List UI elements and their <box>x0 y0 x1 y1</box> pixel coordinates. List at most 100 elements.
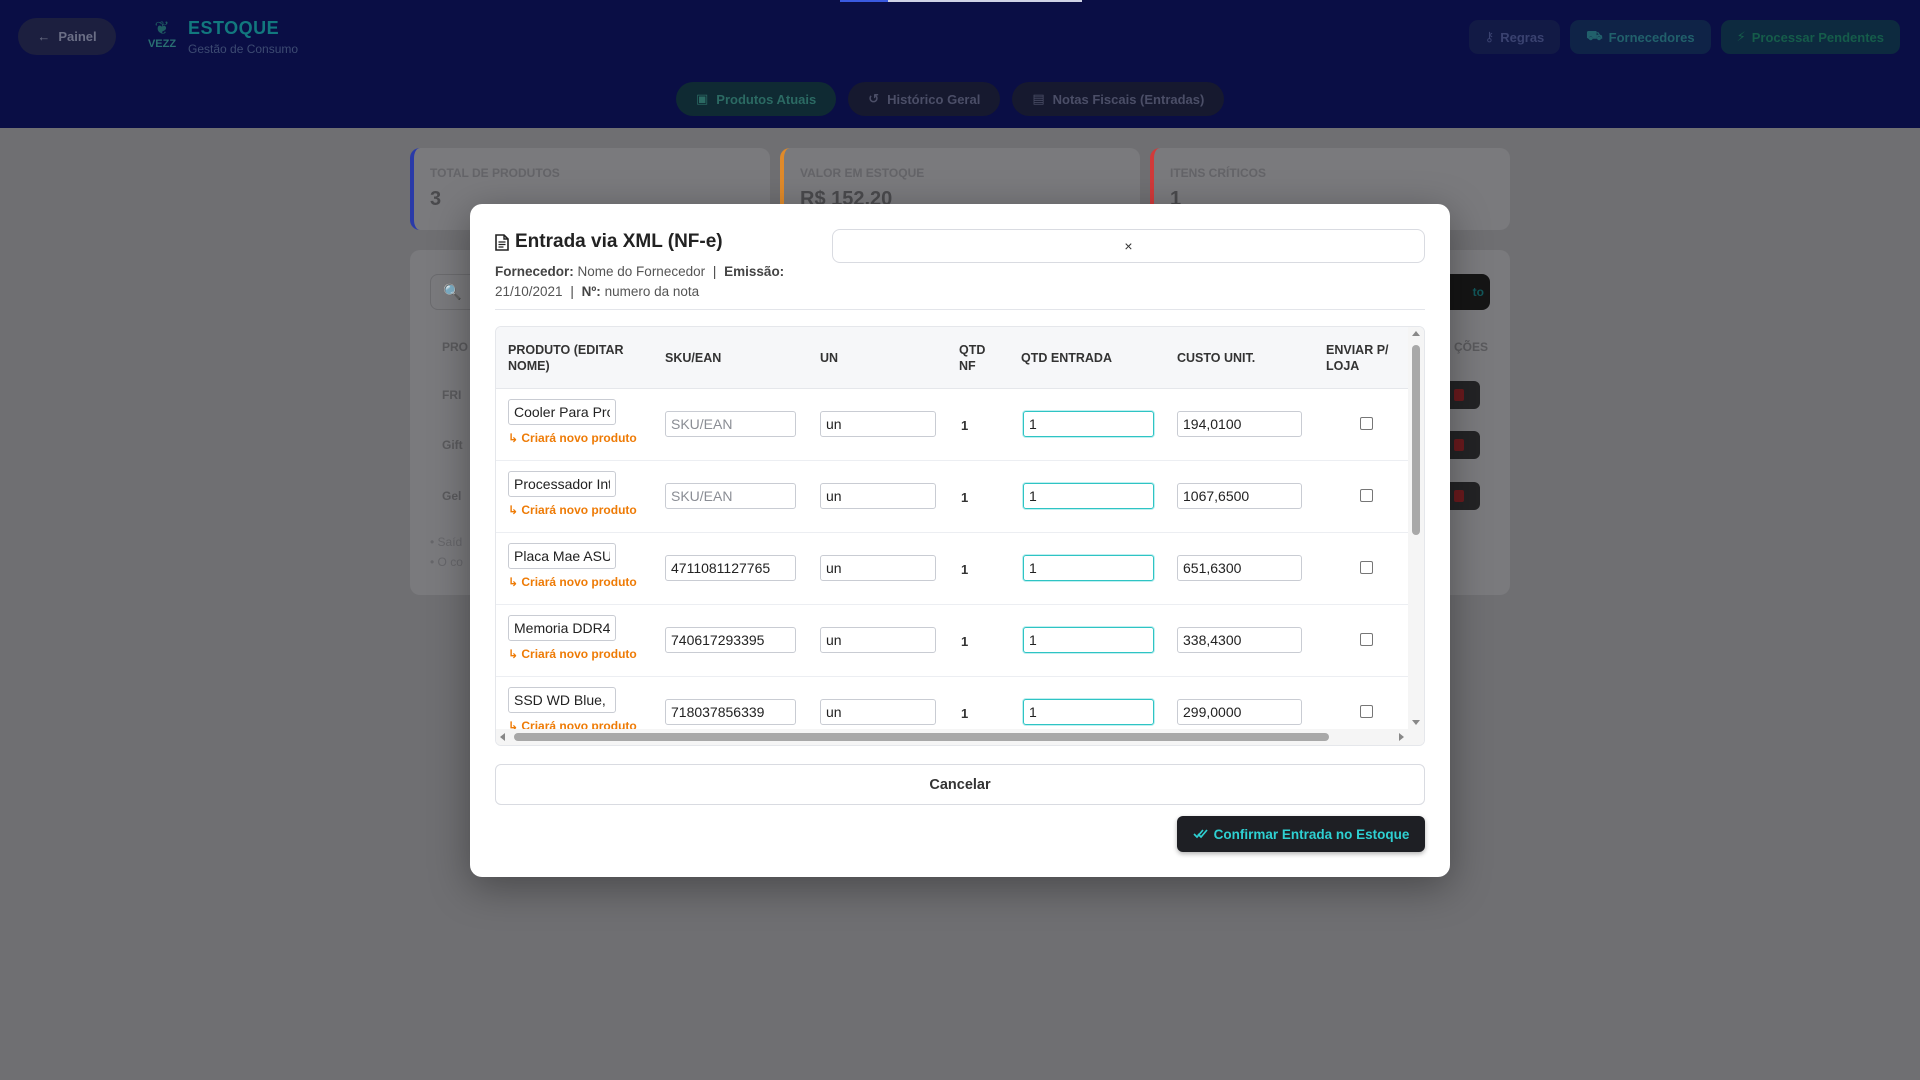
scrollbar-corner <box>1408 729 1424 745</box>
arrow-left-icon: ← <box>37 29 51 44</box>
tab-label: Histórico Geral <box>887 91 981 107</box>
panel-note: • Saíd <box>430 535 463 549</box>
qty-nf-value: 1 <box>961 418 969 433</box>
qty-entry-input[interactable] <box>1023 555 1154 581</box>
table-body: ↳ Criará novo produto1↳ Criará novo prod… <box>496 389 1408 729</box>
stat-label: Itens Críticos <box>1170 166 1267 180</box>
send-to-store-checkbox[interactable] <box>1360 633 1373 646</box>
invoice-number-label: Nº: <box>581 284 601 299</box>
top-actions: ⚷ Regras ⛟ Fornecedores ⚡ Processar Pend… <box>1468 20 1900 54</box>
scroll-right-icon[interactable] <box>1399 733 1404 741</box>
scroll-up-icon[interactable] <box>1412 331 1420 336</box>
scroll-thumb[interactable] <box>1412 345 1420 535</box>
suppliers-button[interactable]: ⛟ Fornecedores <box>1570 20 1711 54</box>
divider <box>495 309 1425 310</box>
row-label: Gift <box>442 438 463 452</box>
unit-input[interactable] <box>820 699 936 725</box>
vertical-scrollbar[interactable] <box>1408 327 1424 729</box>
qty-entry-input[interactable] <box>1023 483 1154 509</box>
lightning-icon: ⚡ <box>1736 29 1746 44</box>
search-icon: 🔍 <box>443 284 462 301</box>
product-name-input[interactable] <box>508 399 616 425</box>
unit-input[interactable] <box>820 411 936 437</box>
unit-input[interactable] <box>820 627 936 653</box>
horizontal-scrollbar[interactable] <box>496 729 1408 745</box>
process-pending-button-label: Processar Pendentes <box>1751 29 1884 45</box>
history-icon: ↺ <box>868 91 880 106</box>
unit-cost-input[interactable] <box>1177 411 1302 437</box>
table-header: Produto (Editar Nome) SKU/EAN UN QTD NF … <box>496 327 1408 389</box>
product-name-input[interactable] <box>508 615 616 641</box>
confirm-entry-button[interactable]: Confirmar Entrada no Estoque <box>1177 816 1425 852</box>
column-header-actions: ÇÕES <box>1453 340 1488 354</box>
qty-nf-value: 1 <box>961 706 969 721</box>
send-to-store-checkbox[interactable] <box>1360 489 1373 502</box>
new-product-button-label: to <box>1472 285 1484 299</box>
qty-nf-value: 1 <box>961 634 969 649</box>
scroll-thumb[interactable] <box>514 733 1329 741</box>
issue-date-value: 21/10/2021 <box>495 284 563 299</box>
close-button[interactable]: × <box>832 229 1425 263</box>
rules-button[interactable]: ⚷ Regras <box>1468 20 1561 54</box>
unit-cost-input[interactable] <box>1177 555 1302 581</box>
sku-input[interactable] <box>665 411 796 437</box>
qty-nf-value: 1 <box>961 490 969 505</box>
sku-input[interactable] <box>665 627 796 653</box>
send-to-store-checkbox[interactable] <box>1360 561 1373 574</box>
tab-general-history[interactable]: ↺ Histórico Geral <box>848 82 1001 116</box>
suppliers-button-label: Fornecedores <box>1608 29 1695 45</box>
send-to-store-checkbox[interactable] <box>1360 417 1373 430</box>
logo-text: VEZZ <box>147 38 177 50</box>
qty-entry-input[interactable] <box>1023 627 1154 653</box>
new-product-hint: ↳ Criará novo produto <box>508 575 637 589</box>
qty-entry-input[interactable] <box>1023 699 1154 725</box>
back-to-panel-button[interactable]: ← Painel <box>18 18 116 55</box>
stat-label: Total de Produtos <box>430 166 560 180</box>
sku-input[interactable] <box>665 483 796 509</box>
product-name-input[interactable] <box>508 543 616 569</box>
document-icon: ▤ <box>1032 91 1045 106</box>
tab-label: Notas Fiscais (Entradas) <box>1052 91 1205 107</box>
table-row: ↳ Criará novo produto 1 <box>496 605 1408 677</box>
send-to-store-checkbox[interactable] <box>1360 705 1373 718</box>
unit-input[interactable] <box>820 483 936 509</box>
column-header-unit-cost: Custo Unit. <box>1177 351 1256 365</box>
tab-invoices[interactable]: ▤ Notas Fiscais (Entradas) <box>1012 82 1225 116</box>
document-icon <box>495 233 509 251</box>
cancel-button[interactable]: Cancelar <box>495 764 1425 805</box>
supplier-value: Nome do Fornecedor <box>577 264 706 279</box>
trash-icon <box>1454 490 1464 502</box>
invoice-meta: Fornecedor: Nome do Fornecedor | Emissão… <box>495 264 785 299</box>
row-label: Gel <box>442 489 462 503</box>
trash-icon <box>1454 439 1464 451</box>
app-subtitle: Gestão de Consumo <box>188 42 299 56</box>
scroll-down-icon[interactable] <box>1412 720 1420 725</box>
invoice-number-value: numero da nota <box>604 284 700 299</box>
items-table: Produto (Editar Nome) SKU/EAN UN QTD NF … <box>495 326 1425 746</box>
unit-input[interactable] <box>820 555 936 581</box>
unit-cost-input[interactable] <box>1177 699 1302 725</box>
sku-input[interactable] <box>665 555 796 581</box>
modal-title-text: Entrada via XML (NF-e) <box>515 231 723 252</box>
unit-cost-input[interactable] <box>1177 627 1302 653</box>
table-row: ↳ Criará novo produto 1 <box>496 389 1408 461</box>
column-header-qty-entry: QTD Entrada <box>1021 351 1112 365</box>
close-icon: × <box>1124 238 1133 254</box>
column-header-product: Produto (Editar Nome) <box>508 343 624 373</box>
process-pending-button[interactable]: ⚡ Processar Pendentes <box>1720 20 1900 54</box>
unit-cost-input[interactable] <box>1177 483 1302 509</box>
product-name-input[interactable] <box>508 471 616 497</box>
truck-icon: ⛟ <box>1586 28 1603 43</box>
column-header-product: PRO <box>442 340 469 354</box>
sku-input[interactable] <box>665 699 796 725</box>
top-bar: ← Painel ❦ VEZZ ESTOQUE Gestão de Consum… <box>0 0 1920 128</box>
tab-current-products[interactable]: ▣ Produtos Atuais <box>676 82 837 116</box>
row-label: FRI <box>442 388 462 402</box>
scroll-left-icon[interactable] <box>500 733 505 741</box>
qty-nf-value: 1 <box>961 562 969 577</box>
loading-bar <box>840 0 1082 2</box>
supplier-label: Fornecedor: <box>495 264 574 279</box>
product-name-input[interactable] <box>508 687 616 713</box>
qty-entry-input[interactable] <box>1023 411 1154 437</box>
rules-button-label: Regras <box>1500 29 1545 45</box>
